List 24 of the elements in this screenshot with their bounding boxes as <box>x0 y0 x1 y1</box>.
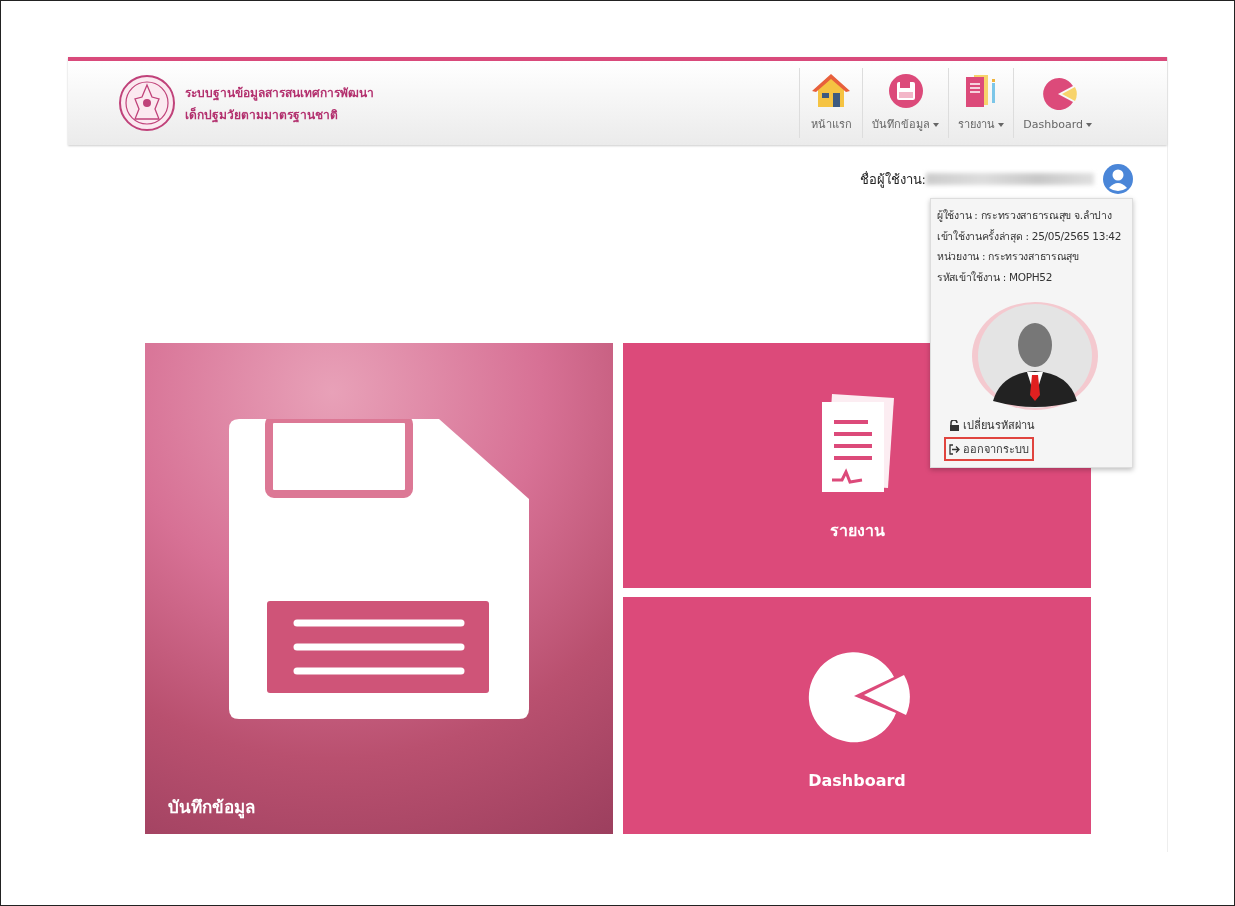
user-info-text: ผู้ใช้งาน : กระทรวงสาธารณสุข จ.ลำปาง <box>937 208 1113 224</box>
username-label: ชื่อผู้ใช้งาน: <box>859 170 926 190</box>
seal-logo <box>119 75 175 131</box>
unlock-icon <box>949 419 960 431</box>
change-password-link[interactable]: เปลี่ยนรหัสผ่าน <box>944 413 1040 437</box>
user-info-text: เข้าใช้งานครั้งล่าสุด : 25/05/2565 13:42 <box>937 228 1123 245</box>
logout-link[interactable]: ออกจากระบบ <box>944 437 1034 461</box>
nav-item[interactable]: บันทึกข้อมูล <box>862 68 949 138</box>
nav-item[interactable]: Dashboard <box>1013 68 1101 138</box>
nav-item[interactable]: รายงาน <box>948 68 1014 138</box>
tile-label: บันทึกข้อมูล <box>168 796 255 820</box>
nav-item[interactable]: หน้าแรก <box>799 68 863 138</box>
site-title: ระบบฐานข้อมูลสารสนเทศการพัฒนา <box>185 84 374 102</box>
house-icon <box>812 73 851 109</box>
tile-label: รายงาน <box>829 520 885 542</box>
user-icon[interactable] <box>1102 163 1134 195</box>
user-info-text: รหัสเข้าใช้งาน : MOPH52 <box>937 269 1054 285</box>
tile-label: Dashboard <box>808 771 906 790</box>
user-info-text: หน่วยงาน : กระทรวงสาธารณสุข <box>937 249 1080 265</box>
sign-out-icon <box>949 443 960 455</box>
menu-tile[interactable]: บันทึกข้อมูล <box>145 343 613 834</box>
menu-tile[interactable]: Dashboard <box>623 597 1091 834</box>
floppy-disk-icon <box>886 73 925 109</box>
site-title: เด็กปฐมวัยตามมาตรฐานชาติ <box>185 106 339 124</box>
